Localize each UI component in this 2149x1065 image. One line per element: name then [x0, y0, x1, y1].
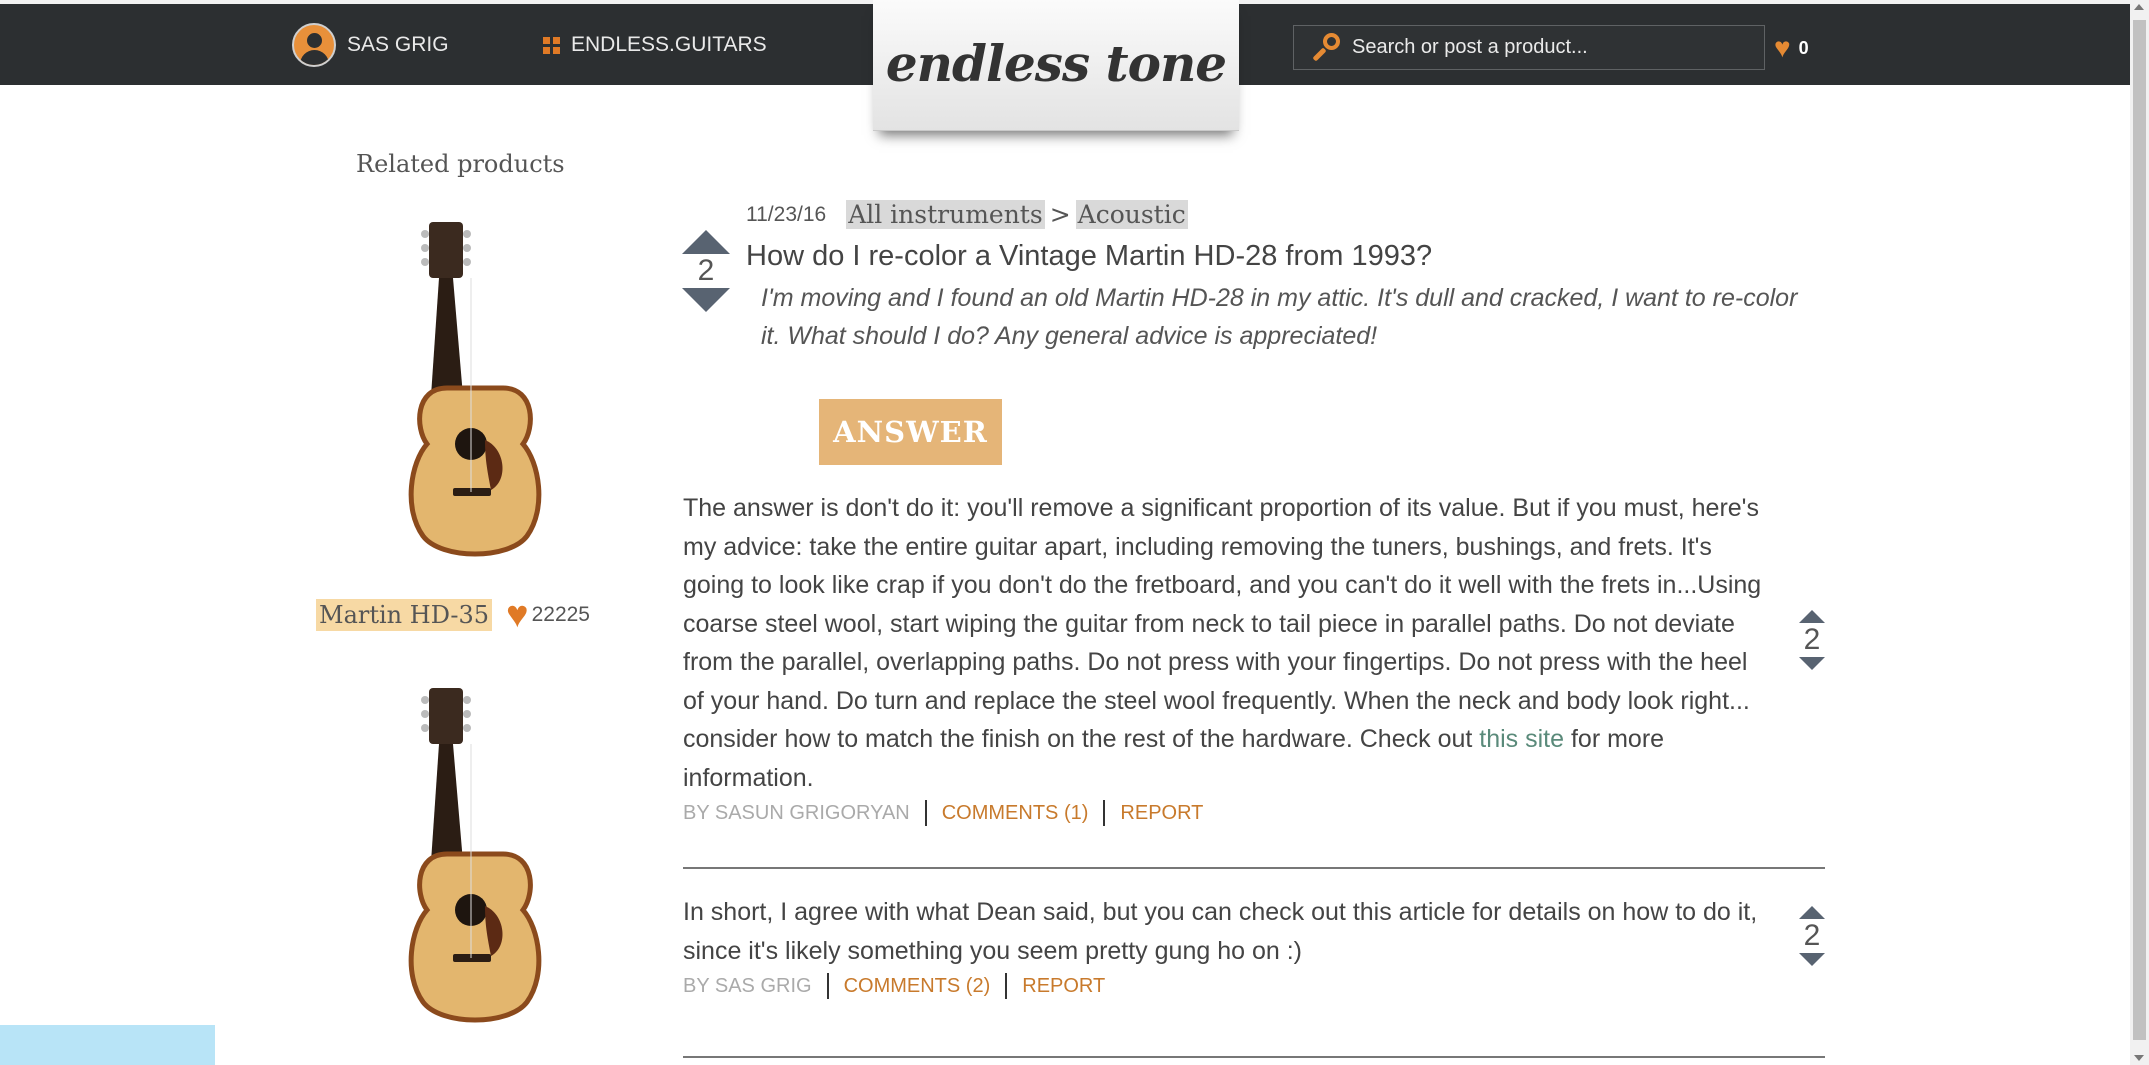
- vote-count: 2: [1803, 623, 1821, 656]
- product-like-count: 22225: [531, 603, 590, 626]
- comments-link[interactable]: COMMENTS (1): [942, 802, 1089, 825]
- answer-text-part: The answer is don't do it: you'll remove…: [683, 494, 1762, 753]
- question-body: I'm moving and I found an old Martin HD-…: [761, 284, 1798, 350]
- comments-link[interactable]: COMMENTS (2): [844, 975, 991, 998]
- vote-up-icon[interactable]: [1799, 906, 1825, 919]
- store-name: ENDLESS.GUITARS: [571, 33, 767, 56]
- scroll-up-icon[interactable]: [2134, 4, 2144, 10]
- vote-down-icon[interactable]: [1799, 657, 1825, 670]
- guitar-image[interactable]: [405, 684, 545, 1032]
- logo-text: endless tone: [885, 33, 1227, 93]
- question-meta: 11/23/16 All instruments > Acoustic: [746, 200, 1188, 229]
- logo[interactable]: endless tone: [873, 0, 1239, 131]
- breadcrumb-separator: >: [1049, 200, 1071, 229]
- vote-up-icon[interactable]: [682, 230, 730, 254]
- store-link[interactable]: ENDLESS.GUITARS: [543, 22, 767, 68]
- meta-divider: [826, 973, 829, 999]
- report-link[interactable]: REPORT: [1120, 802, 1203, 825]
- breadcrumb-all-instruments[interactable]: All instruments: [846, 200, 1045, 229]
- user-name: SAS GRIG: [347, 33, 449, 56]
- product-name[interactable]: Martin HD-35: [316, 599, 493, 631]
- scroll-thumb[interactable]: [2133, 20, 2146, 1040]
- question-vote: 2: [682, 230, 730, 312]
- taskbar-tile: [0, 1025, 215, 1065]
- answer-author[interactable]: BY SAS GRIG: [683, 975, 812, 998]
- search-input[interactable]: [1350, 35, 1754, 60]
- scroll-down-icon[interactable]: [2134, 1055, 2144, 1061]
- question-date: 11/23/16: [746, 202, 827, 226]
- guitar-image[interactable]: [405, 218, 545, 566]
- vote-up-icon[interactable]: [1799, 610, 1825, 623]
- answer-text: In short, I agree with what Dean said, b…: [683, 898, 1758, 965]
- answer-meta: BY SAS GRIG COMMENTS (2) REPORT: [683, 973, 1105, 999]
- vote-down-icon[interactable]: [1799, 953, 1825, 966]
- vote-count: 2: [1803, 919, 1821, 952]
- related-product-item[interactable]: Martin HD-35 ♥ 22225: [316, 596, 590, 634]
- user-menu[interactable]: SAS GRIG: [292, 22, 449, 68]
- answer-vote: 2: [1799, 906, 1825, 966]
- answer-button[interactable]: ANSWER: [819, 399, 1002, 465]
- grid-icon: [543, 36, 560, 54]
- answer-divider: [683, 1056, 1825, 1058]
- heart-icon: ♥: [1774, 32, 1791, 63]
- answer-text: The answer is don't do it: you'll remove…: [683, 489, 1763, 797]
- favorites-count: 0: [1798, 37, 1809, 58]
- report-link[interactable]: REPORT: [1022, 975, 1105, 998]
- search-bar: [1293, 25, 1765, 70]
- vote-count: 2: [697, 254, 715, 287]
- related-products-title: Related products: [356, 150, 565, 178]
- heart-icon[interactable]: ♥: [506, 596, 529, 634]
- favorites-button[interactable]: ♥ 0: [1774, 34, 1809, 62]
- answer-author[interactable]: BY SASUN GRIGORYAN: [683, 802, 910, 825]
- scrollbar[interactable]: [2130, 0, 2149, 1065]
- breadcrumb-acoustic[interactable]: Acoustic: [1075, 200, 1188, 229]
- answer-meta: BY SASUN GRIGORYAN COMMENTS (1) REPORT: [683, 800, 1203, 826]
- avatar-icon: [292, 23, 336, 67]
- answer-vote: 2: [1799, 610, 1825, 670]
- meta-divider: [924, 800, 927, 826]
- question-title: How do I re-color a Vintage Martin HD-28…: [746, 240, 1433, 272]
- meta-divider: [1103, 800, 1106, 826]
- search-icon[interactable]: [1308, 31, 1342, 65]
- answer-divider: [683, 867, 1825, 869]
- vote-down-icon[interactable]: [682, 288, 730, 312]
- answer-link[interactable]: this site: [1479, 725, 1564, 753]
- meta-divider: [1005, 973, 1008, 999]
